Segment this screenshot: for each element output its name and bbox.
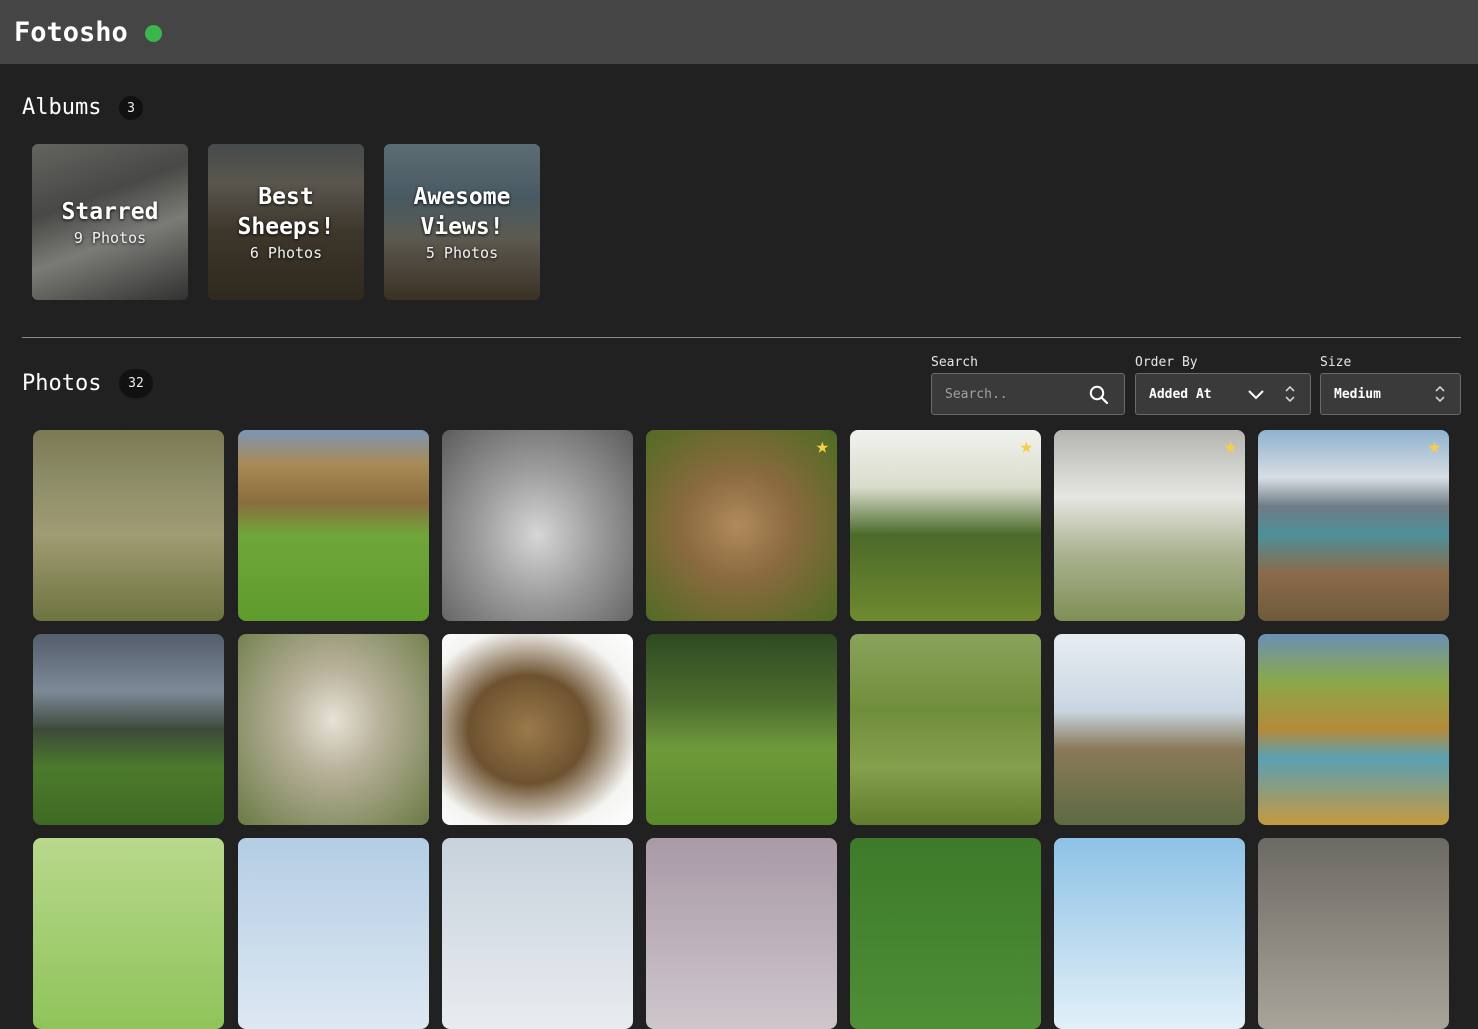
photos-title: Photos: [22, 371, 102, 396]
photo-thumbnail[interactable]: [33, 430, 224, 621]
photo-thumbnail[interactable]: [1258, 838, 1449, 1029]
photo-image: [33, 634, 224, 825]
star-icon[interactable]: ★: [1020, 436, 1033, 458]
order-by-select[interactable]: Added At: [1135, 373, 1311, 415]
photo-image: [850, 838, 1041, 1029]
album-card-best-sheeps[interactable]: Best Sheeps! 6 Photos: [208, 144, 364, 300]
photo-image: [646, 430, 837, 621]
photo-image: [442, 634, 633, 825]
photo-thumbnail[interactable]: ★: [646, 430, 837, 621]
photo-image: [850, 430, 1041, 621]
photo-image: [850, 634, 1041, 825]
select-updown-icon: [1434, 385, 1446, 407]
order-by-label: Order By: [1135, 355, 1198, 370]
photo-image: [1054, 838, 1245, 1029]
album-card-starred[interactable]: Starred 9 Photos: [32, 144, 188, 300]
photo-image: [442, 838, 633, 1029]
album-name: Awesome Views!: [413, 184, 511, 240]
section-divider: [22, 337, 1461, 338]
size-select[interactable]: Medium: [1320, 373, 1461, 415]
sort-direction-chevron-down-icon[interactable]: [1247, 386, 1265, 406]
photo-thumbnail[interactable]: [238, 838, 429, 1029]
photo-thumbnail[interactable]: ★: [1258, 430, 1449, 621]
photo-image: [238, 634, 429, 825]
photo-image: [33, 430, 224, 621]
photo-image: [238, 838, 429, 1029]
photo-image: [646, 838, 837, 1029]
photo-thumbnail[interactable]: [1054, 634, 1245, 825]
albums-count-badge: 3: [119, 96, 143, 120]
star-icon[interactable]: ★: [1428, 436, 1441, 458]
photo-image: [1258, 634, 1449, 825]
album-name: Starred: [61, 199, 159, 225]
photo-thumbnail[interactable]: [33, 838, 224, 1029]
album-photo-count: 6 Photos: [249, 244, 323, 262]
album-photo-count: 5 Photos: [425, 244, 499, 262]
app-header: Fotosho: [0, 0, 1478, 64]
size-label: Size: [1320, 355, 1352, 370]
photo-thumbnail[interactable]: ★: [1054, 430, 1245, 621]
photo-thumbnail[interactable]: [442, 634, 633, 825]
search-label: Search: [931, 355, 978, 370]
star-icon[interactable]: ★: [1224, 436, 1237, 458]
photo-image: [1054, 634, 1245, 825]
select-updown-icon: [1284, 385, 1296, 407]
app-title[interactable]: Fotosho: [14, 17, 128, 48]
albums-title: Albums: [22, 95, 102, 120]
search-icon[interactable]: [1089, 385, 1109, 409]
album-name: Best Sheeps!: [237, 184, 335, 240]
photo-image: [238, 430, 429, 621]
photo-thumbnail[interactable]: [646, 634, 837, 825]
star-icon[interactable]: ★: [816, 436, 829, 458]
photo-image: [33, 838, 224, 1029]
photo-thumbnail[interactable]: [442, 838, 633, 1029]
photo-image: [646, 634, 837, 825]
photo-thumbnail[interactable]: [442, 430, 633, 621]
photo-thumbnail[interactable]: [1054, 838, 1245, 1029]
photo-thumbnail[interactable]: [1258, 634, 1449, 825]
photo-thumbnail[interactable]: [850, 838, 1041, 1029]
photos-count-badge: 32: [119, 369, 153, 398]
photo-image: [1258, 838, 1449, 1029]
photo-thumbnail[interactable]: [238, 634, 429, 825]
photo-thumbnail[interactable]: [33, 634, 224, 825]
search-input[interactable]: [932, 385, 1087, 403]
size-value: Medium: [1334, 386, 1381, 402]
photo-image: [1054, 430, 1245, 621]
order-by-value: Added At: [1149, 386, 1212, 402]
album-photo-count: 9 Photos: [73, 229, 147, 247]
photo-thumbnail[interactable]: [850, 634, 1041, 825]
search-box[interactable]: [931, 373, 1125, 415]
photo-thumbnail[interactable]: [646, 838, 837, 1029]
status-indicator: [144, 24, 162, 42]
album-card-awesome-views[interactable]: Awesome Views! 5 Photos: [384, 144, 540, 300]
photo-image: [442, 430, 633, 621]
photo-thumbnail[interactable]: ★: [850, 430, 1041, 621]
photo-thumbnail[interactable]: [238, 430, 429, 621]
photo-image: [1258, 430, 1449, 621]
